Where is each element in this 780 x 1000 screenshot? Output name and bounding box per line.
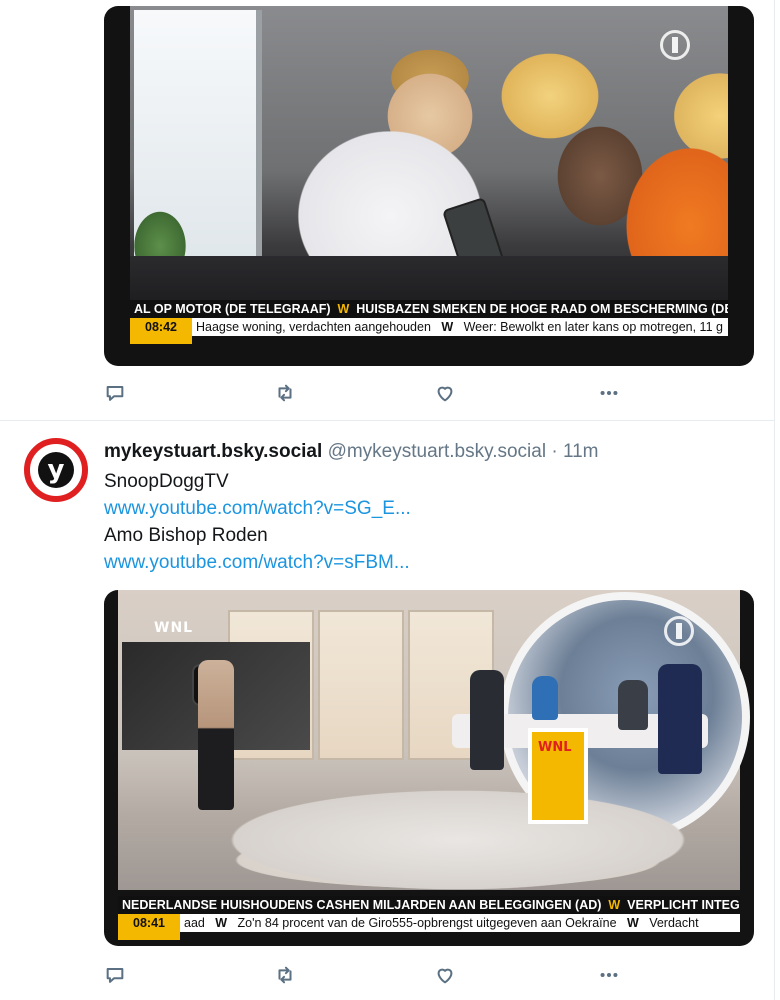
youtube-link[interactable]: www.youtube.com/watch?v=sFBM...	[104, 549, 704, 576]
wnl-logo: WNL	[154, 620, 194, 636]
avatar[interactable]: y	[24, 438, 88, 502]
reply-button[interactable]	[104, 964, 128, 988]
post-text-line: Amo Bishop Roden	[104, 525, 268, 546]
like-button[interactable]	[434, 382, 458, 406]
wnl-desk-logo: WNL	[538, 740, 572, 755]
news-ticker-sub: aad W Zo'n 84 procent van de Giro555-opb…	[180, 914, 740, 932]
more-options-button[interactable]	[598, 382, 622, 406]
post2-video-thumbnail[interactable]: WNL WNL NEDERLANDSE HUISHOUDENS CASHEN M…	[104, 590, 754, 946]
repost-button[interactable]	[274, 964, 298, 988]
repost-icon	[278, 966, 292, 984]
more-options-button[interactable]	[598, 964, 622, 988]
like-icon	[437, 968, 453, 984]
npo-logo-icon	[664, 616, 694, 646]
panelist	[618, 680, 648, 730]
clock-accent-strip	[118, 932, 180, 940]
like-button[interactable]	[434, 964, 458, 988]
panelist	[658, 664, 702, 774]
post1-action-bar	[104, 382, 644, 408]
avatar-letter: y	[38, 452, 74, 488]
reply-icon	[106, 968, 124, 983]
youtube-link[interactable]: www.youtube.com/watch?v=SG_E...	[104, 495, 704, 522]
clock-accent-strip	[130, 336, 192, 344]
like-icon	[437, 386, 453, 402]
more-icon	[600, 972, 618, 978]
classroom-scene-image	[130, 6, 728, 306]
post2-action-bar	[104, 964, 644, 990]
repost-button[interactable]	[274, 382, 298, 406]
post-text-line: SnoopDoggTV	[104, 471, 229, 492]
news-ticker-headline: NEDERLANDSE HUISHOUDENS CASHEN MILJARDEN…	[118, 896, 740, 914]
news-ticker-headline: AL OP MOTOR (DE TELEGRAAF) W HUISBAZEN S…	[130, 300, 728, 318]
panelist	[470, 670, 504, 770]
table	[130, 256, 728, 306]
tv-studio-scene-image: WNL WNL	[118, 590, 750, 890]
post-timestamp[interactable]: 11m	[563, 441, 599, 462]
post-text: SnoopDoggTV www.youtube.com/watch?v=SG_E…	[104, 468, 704, 576]
studio-panel	[318, 610, 404, 760]
user-handle[interactable]: @mykeystuart.bsky.social	[328, 441, 547, 462]
post-divider	[0, 420, 774, 421]
reply-icon	[106, 386, 124, 401]
broadcast-clock: 08:42	[130, 318, 192, 336]
npo-logo-icon	[660, 30, 690, 60]
repost-icon	[278, 384, 292, 402]
feed-border	[774, 0, 780, 1000]
more-icon	[600, 390, 618, 396]
display-name[interactable]: mykeystuart.bsky.social	[104, 441, 322, 462]
news-ticker-sub: Haagse woning, verdachten aangehouden W …	[192, 318, 728, 336]
separator-dot: ·	[551, 441, 558, 462]
presenter	[198, 660, 234, 810]
post-header: mykeystuart.bsky.social @mykeystuart.bsk…	[104, 440, 599, 464]
reply-button[interactable]	[104, 382, 128, 406]
broadcast-clock: 08:41	[118, 914, 180, 932]
panelist	[532, 676, 558, 720]
post1-video-thumbnail[interactable]: AL OP MOTOR (DE TELEGRAAF) W HUISBAZEN S…	[104, 6, 754, 366]
